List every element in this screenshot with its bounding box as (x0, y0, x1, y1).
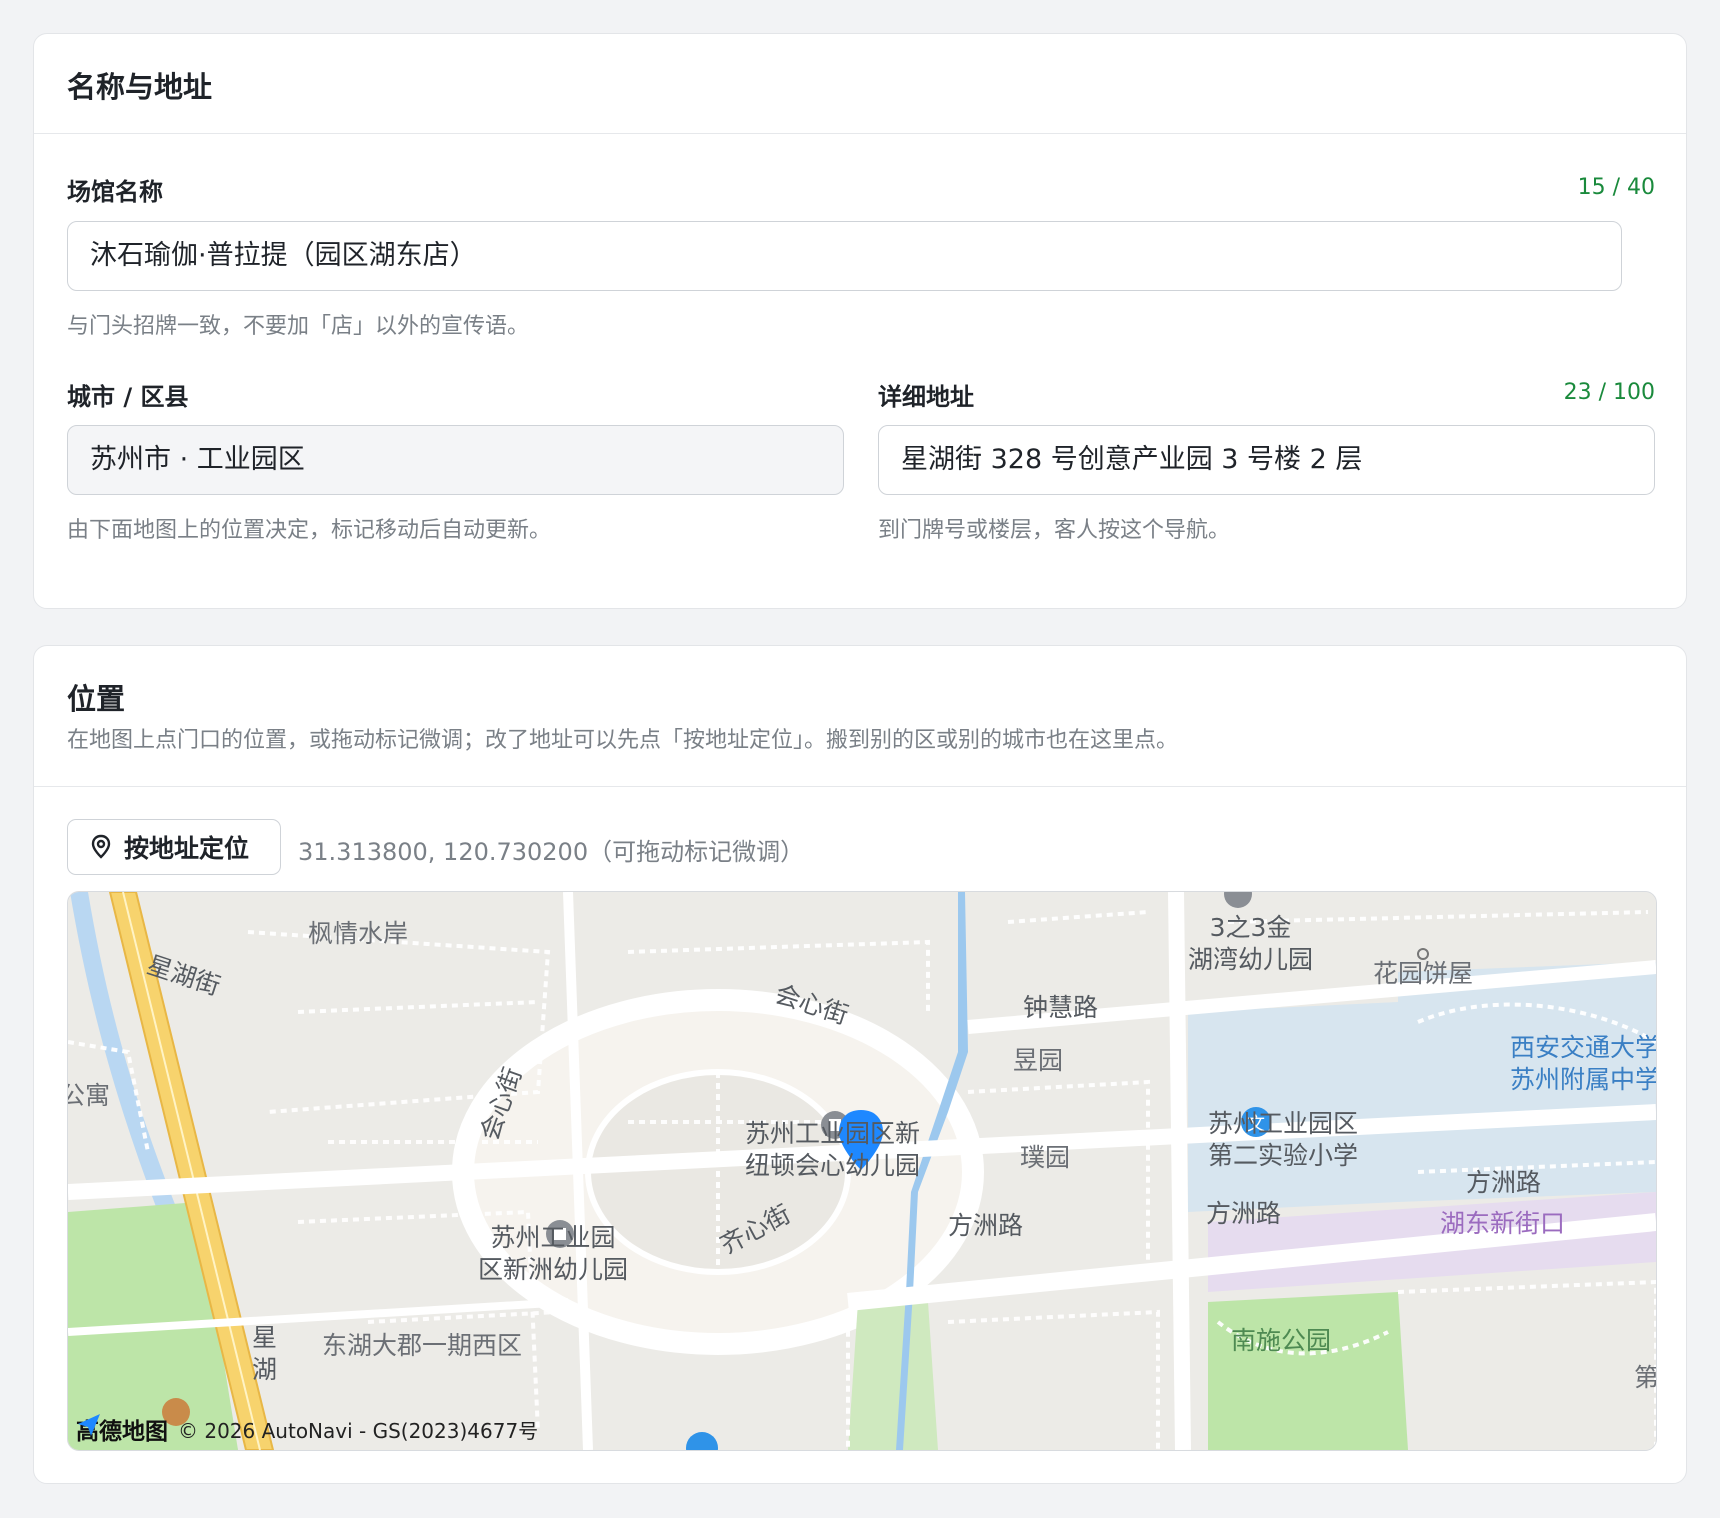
location-card: 位置 在地图上点门口的位置，或拖动标记微调；改了地址可以先点「按地址定位」。搬到… (33, 645, 1687, 1484)
section-title: 位置 (67, 682, 126, 716)
map-label-fangzhoulu-2: 方洲路 (1206, 1199, 1282, 1228)
map-label-xjtu: 西安交通大学 苏州附属中学 (1510, 1033, 1657, 1094)
map-label-fengqing: 枫情水岸 (308, 919, 409, 948)
map-label-xing2: 星 (252, 1323, 278, 1352)
locate-by-address-button[interactable]: 按地址定位 (67, 819, 281, 875)
detail-address-input[interactable]: 星湖街 328 号创意产业园 3 号楼 2 层 (878, 425, 1655, 495)
map-label-sanzhisan: 3之3金 湖湾幼儿园 (1188, 913, 1314, 974)
map-label-di: 第 (1634, 1363, 1657, 1392)
map-label-zhonghuilu: 钟慧路 (1023, 993, 1099, 1022)
map-pin-icon (91, 834, 111, 859)
venue-name-label: 场馆名称 (67, 178, 163, 206)
map-label-xiaoxue: 苏州工业园区 第二实验小学 (1208, 1109, 1359, 1170)
map-label-hudong: 湖东新街口 (1440, 1209, 1566, 1238)
map-view[interactable]: 文 枫情水岸 星湖街 公寓 会心街 会心街 钟慧路 昱园 璞园 苏州工业园区新纽… (67, 891, 1657, 1451)
city-district-field: 苏州市 · 工业园区 (67, 425, 844, 495)
map-label-xinniudun: 苏州工业园区新 纽顿会心幼儿园 (745, 1119, 921, 1180)
city-district-hint: 由下面地图上的位置决定，标记移动后自动更新。 (67, 518, 552, 543)
map-label-nanshi: 南施公园 (1231, 1326, 1332, 1355)
map-label-donghu: 东湖大郡一期西区 (322, 1331, 523, 1360)
map-label-yuyuan: 昱园 (1013, 1046, 1064, 1075)
name-address-header: 名称与地址 (34, 34, 1686, 134)
map-label-gongyu: 公寓 (68, 1081, 111, 1110)
amap-logo-icon (78, 1414, 100, 1436)
detail-address-hint: 到门牌号或楼层，客人按这个导航。 (878, 518, 1231, 543)
section-title: 名称与地址 (67, 70, 213, 104)
name-address-card: 名称与地址 场馆名称 15 / 40 沐石瑜伽·普拉提（园区湖东店） 与门头招牌… (33, 33, 1687, 609)
location-header: 位置 在地图上点门口的位置，或拖动标记微调；改了地址可以先点「按地址定位」。搬到… (34, 646, 1686, 787)
city-district-label: 城市 / 区县 (67, 383, 189, 411)
coordinates-readout: 31.313800, 120.730200（可拖动标记微调） (298, 838, 805, 866)
locate-button-label: 按地址定位 (124, 834, 250, 863)
map-attribution: 高德地图 © 2026 AutoNavi - GS(2023)4677号 (76, 1412, 538, 1446)
map-copyright: © 2026 AutoNavi - GS(2023)4677号 (178, 1418, 539, 1443)
detail-address-counter: 23 / 100 (1563, 380, 1655, 405)
venue-name-hint: 与门头招牌一致，不要加「店」以外的宣传语。 (67, 314, 530, 339)
map-label-hu2: 湖 (252, 1355, 278, 1384)
map-label-puyuan: 璞园 (1020, 1143, 1071, 1172)
map-label-xinzhou: 苏州工业园 区新洲幼儿园 (478, 1223, 629, 1284)
map-label-fangzhoulu-1: 方洲路 (948, 1211, 1024, 1240)
location-description: 在地图上点门口的位置，或拖动标记微调；改了地址可以先点「按地址定位」。搬到别的区… (67, 728, 1179, 753)
map-label-huayuan: 花园饼屋 (1373, 959, 1474, 988)
venue-name-counter: 15 / 40 (1577, 175, 1655, 200)
map-label-fangzhoulu-3: 方洲路 (1466, 1168, 1542, 1197)
detail-address-label: 详细地址 (878, 383, 974, 411)
venue-name-input[interactable]: 沐石瑜伽·普拉提（园区湖东店） (67, 221, 1622, 291)
